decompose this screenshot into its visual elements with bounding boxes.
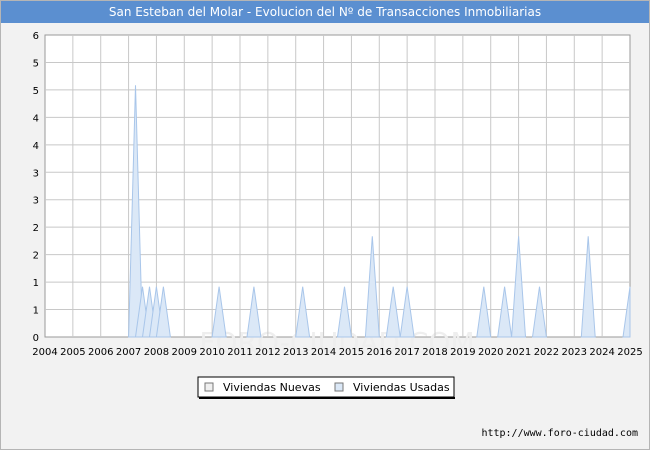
x-tick-label: 2013 [283, 347, 308, 358]
x-tick-label: 2021 [506, 347, 531, 358]
x-tick-label: 2017 [394, 347, 419, 358]
x-tick-label: 2006 [88, 347, 113, 358]
chart-svg: FORO-CIUDAD.COM 011223344556 2004 2005 200… [32, 31, 643, 399]
x-tick-label: 2024 [589, 347, 614, 358]
x-tick-label: 2007 [116, 347, 141, 358]
x-tick-label: 2022 [534, 347, 559, 358]
y-tick-label: 2 [33, 223, 39, 234]
y-tick-label: 5 [33, 58, 39, 69]
x-tick-label: 2014 [311, 347, 336, 358]
legend-label-usadas: Viviendas Usadas [353, 381, 450, 394]
x-tick-label: 2015 [339, 347, 364, 358]
y-tick-label: 6 [33, 31, 39, 42]
x-tick-label: 2011 [227, 347, 252, 358]
legend-label-nuevas: Viviendas Nuevas [223, 381, 321, 394]
y-tick-label: 0 [33, 333, 39, 344]
x-tick-label: 2008 [144, 347, 169, 358]
source-link[interactable]: http://www.foro-ciudad.com [481, 428, 638, 439]
y-tick-label: 3 [33, 196, 39, 207]
x-tick-label: 2018 [422, 347, 447, 358]
y-axis-ticks: 0 1 1 2 2 3 3 4 4 5 5 6 [33, 31, 39, 344]
legend: Viviendas Nuevas Viviendas Usadas [197, 376, 455, 399]
x-tick-label: 2025 [617, 347, 642, 358]
legend-swatch-usadas [334, 382, 344, 392]
x-tick-label: 2004 [32, 347, 57, 358]
legend-swatch-nuevas [204, 382, 214, 392]
y-tick-label: 4 [33, 113, 39, 124]
y-tick-label: 5 [33, 86, 39, 97]
y-tick-label: 4 [33, 141, 39, 152]
x-tick-label: 2019 [450, 347, 475, 358]
y-tick-label: 2 [33, 251, 39, 262]
x-tick-label: 2005 [60, 347, 85, 358]
x-tick-label: 2009 [172, 347, 197, 358]
x-tick-label: 2016 [367, 347, 392, 358]
x-tick-label: 2012 [255, 347, 280, 358]
y-tick-label: 1 [33, 278, 39, 289]
x-tick-label: 2010 [199, 347, 224, 358]
y-tick-label: 3 [33, 168, 39, 179]
y-tick-label: 1 [33, 306, 39, 317]
x-tick-label: 2020 [478, 347, 503, 358]
x-tick-label: 2023 [562, 347, 587, 358]
